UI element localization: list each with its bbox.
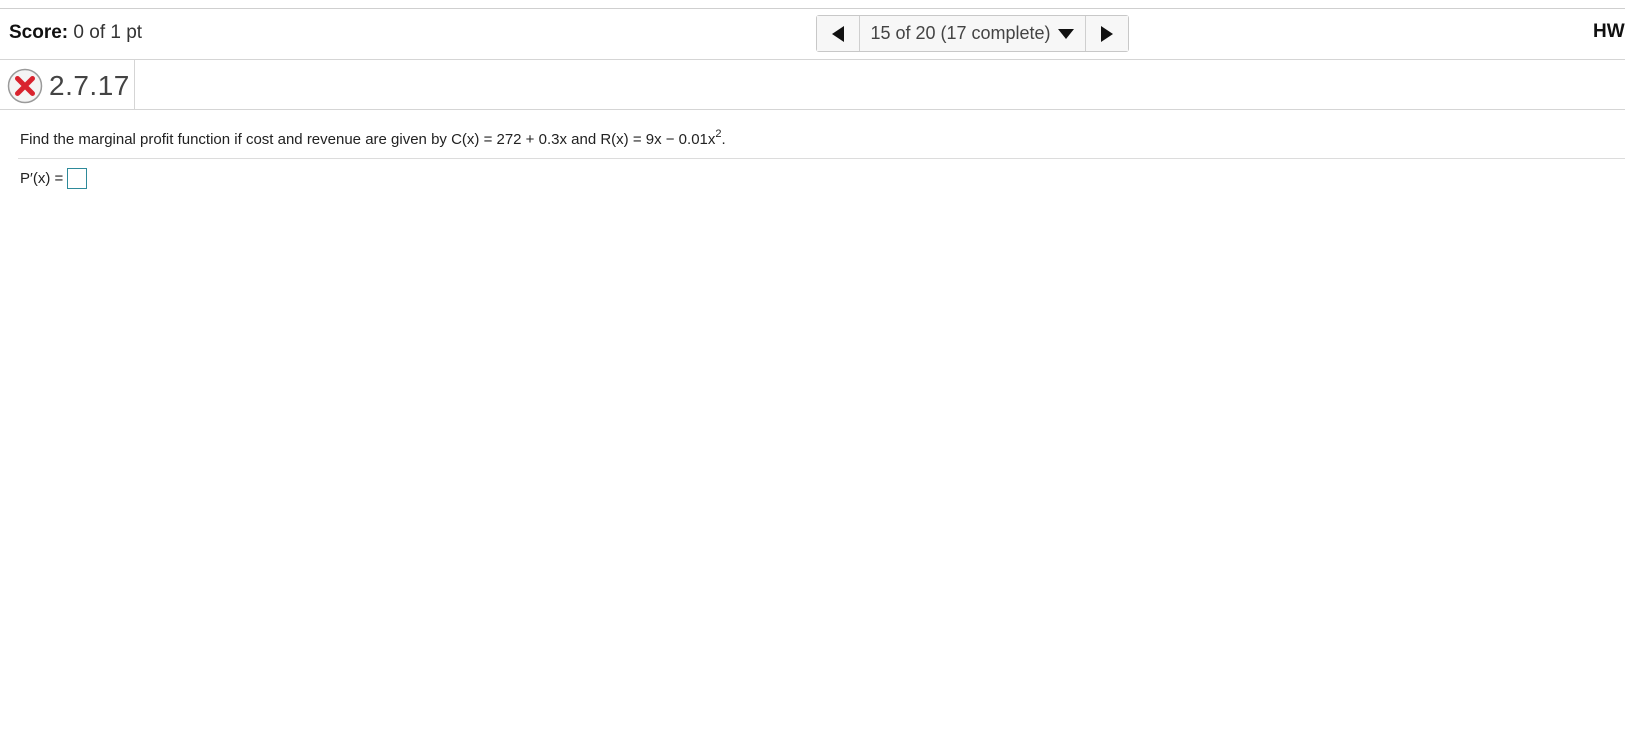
hw-label: HW [1593,21,1625,42]
caret-down-icon [1057,28,1075,40]
question-number-divider [134,60,135,110]
question-prompt-exponent: 2 [715,128,722,140]
answer-label: P′(x) = [20,170,64,187]
score-value: 0 of 1 pt [73,22,143,43]
score-display: Score: 0 of 1 pt [9,22,142,44]
x-circle-icon [7,68,43,104]
answer-input[interactable] [67,168,88,189]
question-prompt: Find the marginal profit function if cos… [20,128,726,148]
question-number: 2.7.17 [49,70,130,101]
triangle-right-icon [1101,25,1113,42]
previous-question-button[interactable] [817,16,860,51]
question-prompt-end: . [721,131,726,148]
question-select-dropdown[interactable]: 15 of 20 (17 complete) [860,16,1085,51]
next-question-button[interactable] [1085,16,1128,51]
question-position-text: 15 of 20 (17 complete) [870,23,1051,43]
question-header: 2.7.17 [7,64,130,108]
answer-row: P′(x) = [20,168,88,189]
top-divider [0,8,1625,9]
page: Score: 0 of 1 pt 15 of 20 (17 complete) … [0,0,1625,745]
header-divider [0,59,1625,60]
score-label: Score: [9,22,69,43]
question-header-divider [0,109,1625,110]
question-prompt-text: Find the marginal profit function if cos… [20,131,716,148]
prompt-divider [18,158,1625,159]
question-navigator: 15 of 20 (17 complete) [816,15,1129,52]
triangle-left-icon [832,25,844,42]
